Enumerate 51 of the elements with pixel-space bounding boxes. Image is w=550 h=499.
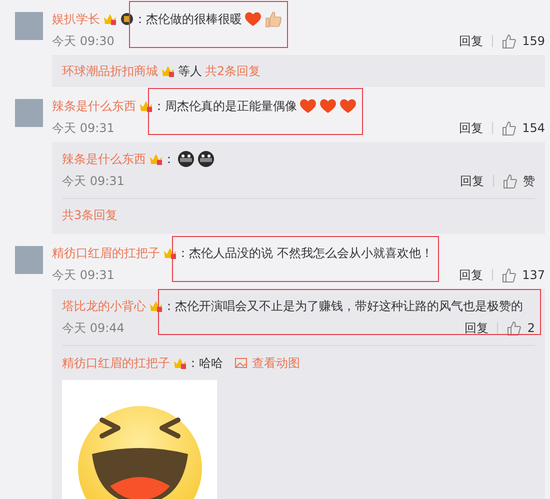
others-label: 等人 <box>178 62 202 80</box>
comment-text: ：杰伦人品没的说 不然我怎么会从小就喜欢他！ <box>177 244 433 262</box>
member-crown-icon <box>173 356 187 370</box>
like-thumbs-up-icon <box>502 34 516 48</box>
like-button[interactable]: 赞 <box>503 172 535 190</box>
member-crown-icon <box>139 99 153 113</box>
reply-button[interactable]: 回复 <box>464 320 488 336</box>
like-button[interactable]: 2 <box>507 320 535 336</box>
like-thumbs-up-icon <box>502 268 516 282</box>
reply-time: 今天 09:44 <box>62 320 124 336</box>
avatar-photo[interactable] <box>15 99 43 127</box>
like-button[interactable]: 137 <box>502 268 545 282</box>
like-thumbs-up-icon <box>507 320 522 336</box>
like-count: 154 <box>522 121 545 135</box>
heart-emoticon-icon <box>299 97 317 115</box>
reply-button[interactable]: 回复 <box>459 32 484 50</box>
masked-face-emoticon-icon <box>177 150 195 168</box>
comment-time: 今天 09:31 <box>52 266 114 284</box>
member-crown-icon <box>103 12 117 26</box>
comment-text: ：哈哈 <box>187 354 223 372</box>
comment-time: 今天 09:30 <box>52 32 114 50</box>
like-count: 2 <box>527 321 535 335</box>
like-button[interactable]: 159 <box>502 34 545 48</box>
avatar-photo[interactable] <box>15 12 43 40</box>
medal-badge-icon <box>120 12 134 26</box>
heart-emoticon-icon <box>339 97 357 115</box>
heart-emoticon-icon <box>244 10 262 28</box>
reply-button[interactable]: 回复 <box>459 120 484 136</box>
like-thumbs-up-icon <box>502 120 516 136</box>
member-crown-icon <box>161 64 175 78</box>
like-count: 137 <box>522 268 545 282</box>
comment-time: 今天 09:31 <box>52 120 114 136</box>
comment-text: ：杰伦做的很棒很暖 <box>134 10 242 28</box>
like-button[interactable]: 154 <box>502 120 545 136</box>
avatar-photo[interactable] <box>15 246 43 274</box>
member-crown-icon <box>149 152 163 166</box>
comment-text: ：周杰伦真的是正能量偶像 <box>153 98 297 114</box>
reply-button[interactable]: 回复 <box>459 266 484 284</box>
comment-text: ： <box>163 150 175 168</box>
comment-text: ：杰伦开演唱会又不止是为了赚钱，带好这种让路的风气也是极赞的 <box>163 298 523 314</box>
like-count: 159 <box>522 34 545 48</box>
image-icon <box>235 358 247 368</box>
reply-time: 今天 09:31 <box>62 172 124 190</box>
heart-emoticon-icon <box>319 97 337 115</box>
like-count: 赞 <box>523 172 535 190</box>
like-thumbs-up-icon <box>503 174 517 188</box>
member-crown-icon <box>163 246 177 260</box>
thumbs-up-emoticon-icon <box>264 10 282 28</box>
reply-button[interactable]: 回复 <box>460 172 484 190</box>
member-crown-icon <box>149 299 163 313</box>
masked-face-emoticon-icon <box>197 150 215 168</box>
